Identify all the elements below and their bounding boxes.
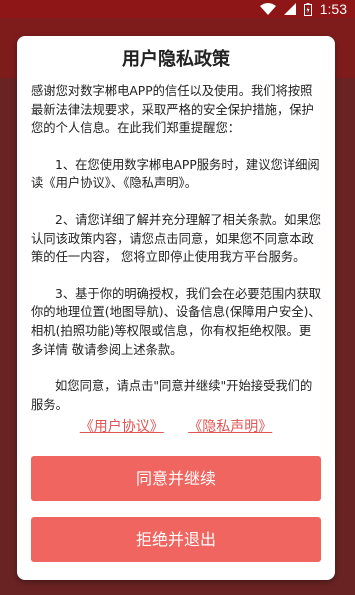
reject-exit-button[interactable]: 拒绝并退出 (31, 517, 321, 562)
agree-continue-button[interactable]: 同意并继续 (31, 456, 321, 501)
status-bar: 1:53 (0, 0, 355, 18)
dialog-body: 感谢您对数字郴电APP的信任以及使用。我们将按照最新法律法规要求，采取严格的安全… (31, 82, 323, 432)
policy-paragraph-2: 2、请您详细了解并充分理解了相关条款。如果您认同该政策内容，请您点击同意，如果您… (31, 212, 322, 265)
user-agreement-link[interactable]: 《用户协议》 (80, 419, 164, 435)
privacy-policy-dialog: 用户隐私政策 感谢您对数字郴电APP的信任以及使用。我们将按照最新法律法规要求，… (17, 36, 335, 580)
policy-links: 《用户协议》 《隐私声明》 (17, 417, 335, 437)
policy-paragraph-1: 1、在您使用数字郴电APP服务时，建议您详细阅读《用户协议》、《隐私声明》。 (31, 157, 320, 191)
battery-icon (303, 2, 312, 16)
status-icons: 1:53 (259, 0, 347, 18)
policy-paragraph-3: 3、基于你的明确授权，我们会在必要范围内获取你的地理位置(地图导航)、设备信息(… (31, 286, 322, 357)
privacy-statement-link[interactable]: 《隐私声明》 (188, 419, 272, 435)
dialog-title: 用户隐私政策 (122, 49, 230, 70)
intro-paragraph: 感谢您对数字郴电APP的信任以及使用。我们将按照最新法律法规要求，采取严格的安全… (31, 84, 314, 136)
signal-icon (283, 3, 296, 15)
status-time: 1:53 (319, 1, 347, 17)
consent-paragraph: 如您同意，请点击"同意并继续"开始接受我们的服务。 (31, 379, 313, 412)
wifi-icon (259, 3, 276, 15)
